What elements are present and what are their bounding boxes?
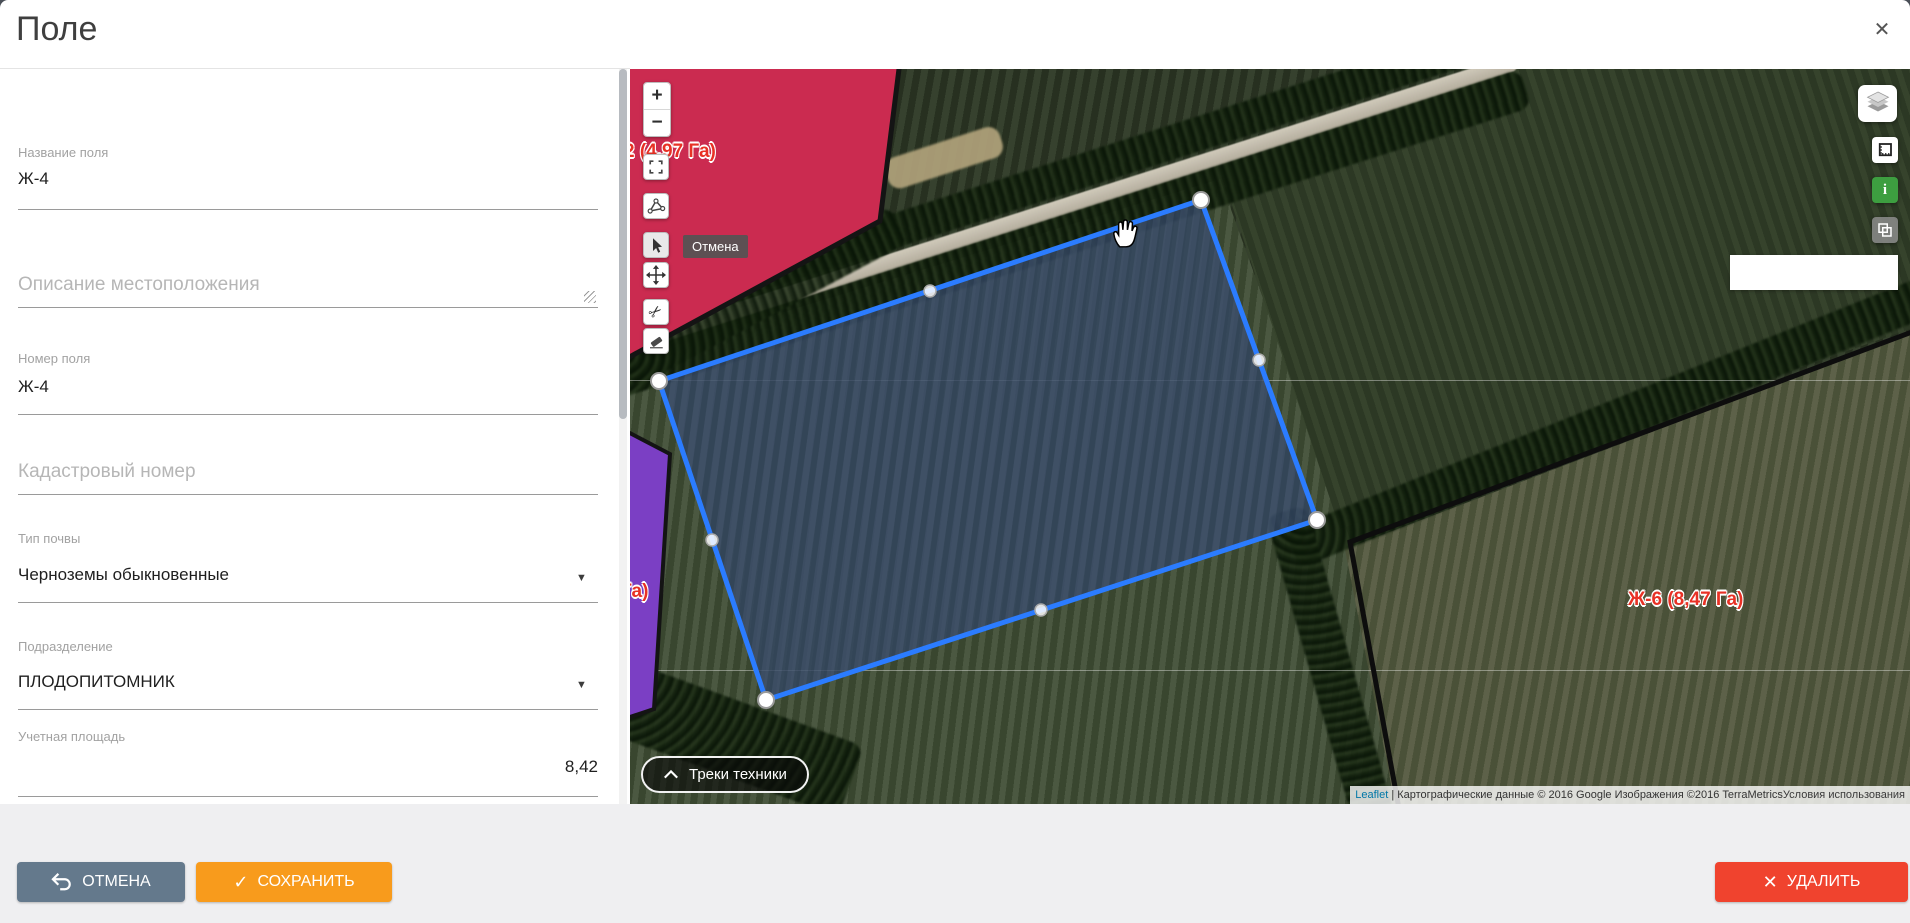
zoom-in-button[interactable]: + — [644, 83, 670, 109]
vertex-handle[interactable] — [1309, 512, 1325, 528]
undo-icon — [51, 872, 73, 892]
number-label: Номер поля — [18, 351, 90, 366]
zoom-out-button[interactable]: − — [644, 110, 670, 136]
vertex-handle[interactable] — [651, 373, 667, 389]
delete-label: УДАЛИТЬ — [1787, 873, 1861, 891]
layers-button[interactable] — [1858, 85, 1897, 122]
overlap-icon — [1876, 221, 1894, 239]
field-dialog: Поле ✕ Название поля Ж-4 Описание местоп… — [0, 0, 1910, 923]
cancel-label: ОТМЕНА — [82, 873, 150, 891]
cancel-button[interactable]: ОТМЕНА — [17, 862, 185, 902]
leaflet-link[interactable]: Leaflet — [1355, 789, 1388, 801]
number-input[interactable]: Ж-4 — [18, 377, 49, 397]
vertex-handle[interactable] — [1193, 192, 1209, 208]
scrollbar-thumb[interactable] — [619, 69, 627, 419]
machine-tracks-label: Треки техники — [689, 766, 787, 783]
field-polygon-purple[interactable] — [630, 430, 670, 719]
map-vector-overlay — [630, 69, 1910, 804]
footer-bar: ОТМЕНА ✓ СОХРАНИТЬ ✕ УДАЛИТЬ — [0, 804, 1910, 923]
field-form: Название поля Ж-4 Описание местоположени… — [0, 69, 618, 804]
info-icon: i — [1883, 182, 1887, 199]
machine-tracks-button[interactable]: Треки техники — [641, 756, 809, 793]
midpoint-handle[interactable] — [1035, 604, 1047, 616]
move-button[interactable] — [643, 262, 669, 288]
attribution-credits: Картографические данные © 2016 Google Из… — [1397, 789, 1783, 801]
scissors-icon: ✂ — [644, 300, 667, 324]
division-select[interactable]: ПЛОДОПИТОМНИК — [18, 672, 175, 692]
hand-cursor-icon — [1108, 215, 1142, 251]
ruler-icon — [1876, 141, 1894, 159]
soil-select[interactable]: Черноземы обыкновенные — [18, 565, 229, 585]
chevron-down-icon[interactable]: ▼ — [576, 679, 587, 691]
midpoint-handle[interactable] — [706, 534, 718, 546]
midpoint-handle[interactable] — [924, 285, 936, 297]
empty-label-box — [1730, 255, 1898, 290]
location-textarea[interactable]: Описание местоположения — [18, 274, 260, 296]
field-label-partial: Га) — [630, 581, 648, 603]
division-label: Подразделение — [18, 639, 113, 654]
cut-button[interactable]: ✂ — [643, 299, 669, 325]
name-input[interactable]: Ж-4 — [18, 169, 49, 189]
save-button[interactable]: ✓ СОХРАНИТЬ — [196, 862, 392, 902]
fullscreen-icon — [647, 158, 665, 176]
page-title: Поле — [16, 10, 97, 49]
area-label: Учетная площадь — [18, 729, 125, 744]
chevron-up-icon — [663, 769, 679, 780]
tooltip: Отмена — [683, 235, 748, 258]
textarea-resize-handle[interactable] — [584, 291, 596, 303]
field-polygon-z6-outline[interactable] — [1350, 329, 1910, 804]
edit-cancel-button[interactable] — [643, 232, 669, 258]
cursor-icon — [647, 236, 665, 254]
soil-label: Тип почвы — [18, 531, 80, 546]
x-icon: ✕ — [1763, 873, 1778, 891]
cadastre-input[interactable]: Кадастровый номер — [18, 461, 196, 483]
check-icon: ✓ — [233, 873, 248, 891]
map-attribution: Leaflet | Картографические данные © 2016… — [1350, 786, 1910, 804]
vertex-handle[interactable] — [758, 692, 774, 708]
info-button[interactable]: i — [1872, 177, 1898, 203]
form-scrollbar[interactable] — [619, 69, 627, 804]
chevron-down-icon[interactable]: ▼ — [576, 572, 587, 584]
leaflet-map[interactable]: 2 (4,97 Га) Га) Ж-6 (8,47 Га) + − ✂ Отме… — [630, 69, 1910, 804]
area-input[interactable]: 8,42 — [565, 757, 598, 777]
field-label-z6: Ж-6 (8,47 Га) — [1628, 589, 1743, 611]
draw-polygon-button[interactable] — [643, 193, 669, 219]
zoom-control: + − — [643, 82, 671, 137]
save-label: СОХРАНИТЬ — [257, 873, 354, 891]
move-icon — [646, 265, 666, 285]
name-label: Название поля — [18, 145, 108, 160]
eraser-icon — [647, 332, 665, 350]
close-icon[interactable]: ✕ — [1866, 14, 1898, 46]
erase-button[interactable] — [643, 328, 669, 354]
polygon-icon — [646, 196, 666, 216]
measure-button[interactable] — [1872, 137, 1898, 163]
attribution-separator: | — [1391, 789, 1394, 801]
terms-link[interactable]: Условия использования — [1783, 789, 1905, 801]
overlap-polygons-button[interactable] — [1872, 217, 1898, 243]
midpoint-handle[interactable] — [1253, 354, 1265, 366]
fullscreen-button[interactable] — [643, 154, 669, 180]
layers-icon — [1863, 90, 1893, 118]
delete-button[interactable]: ✕ УДАЛИТЬ — [1715, 862, 1908, 902]
